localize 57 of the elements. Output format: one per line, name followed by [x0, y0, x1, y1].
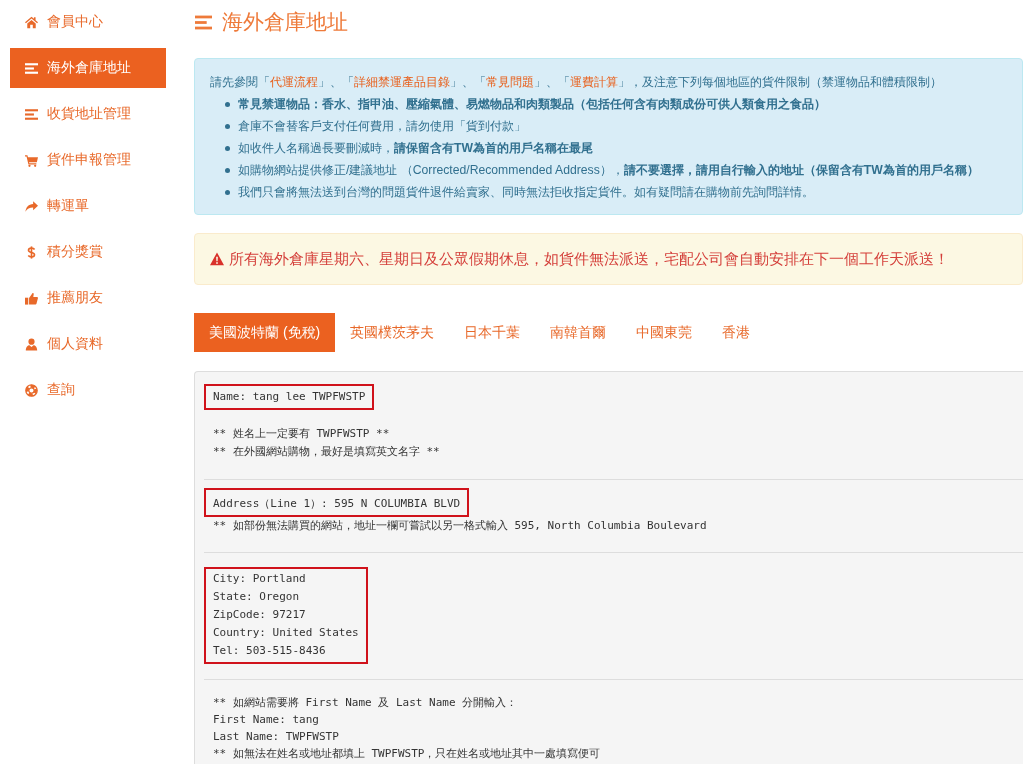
sidebar-item[interactable]: 轉運單: [10, 186, 166, 226]
note-line: ** 如部份無法購買的網站，地址一欄可嘗試以另一格式輸入 595, North Columbia Boulevard: [213, 518, 707, 534]
link[interactable]: 運費計算: [570, 75, 618, 89]
link[interactable]: 代運流程: [270, 75, 318, 89]
bullet-text: 常見禁運物品：香水、指甲油、壓縮氣體、易燃物品和肉類製品（包括任何含有肉類成份可供人類食用之食品）: [238, 96, 826, 113]
bullet-icon: [225, 101, 230, 107]
cart-icon: [25, 153, 38, 167]
code-line: Name: tang lee TWPFWSTP: [213, 389, 366, 405]
intro-text: 請先參閱「代運流程」、「詳細禁運產品目錄」、「常見問題」、「運費計算」，及注意下列每個地區的貨件限制（禁運物品和體積限制）: [210, 74, 943, 91]
note-line: ** 在外國網站購物，最好是填寫英文名字 **: [213, 444, 440, 460]
tab[interactable]: 日本千葉: [449, 313, 536, 352]
tab[interactable]: 南韓首爾: [535, 313, 622, 352]
bullet-icon: [225, 167, 230, 173]
thumbs-up-icon: [25, 291, 38, 305]
bullet-icon: [225, 123, 230, 129]
sidebar-item[interactable]: 海外倉庫地址: [10, 48, 166, 88]
code-line: Address（Line 1）: 595 N COLUMBIA BLVD: [213, 496, 461, 512]
bullet-icon: [225, 189, 230, 195]
link[interactable]: 常見問題: [486, 75, 534, 89]
tab[interactable]: 香港: [707, 313, 766, 352]
sidebar-item[interactable]: 貨件申報管理: [10, 140, 166, 180]
note-line: Last Name: TWPFWSTP: [213, 729, 340, 745]
bullet-text: 如購物網站提供修正/建議地址 （Corrected/Recommended Address），請不要選擇，請用自行輸入的地址（保留含有TW為首的用戶名稱）: [238, 162, 979, 179]
tab[interactable]: 中國東莞: [621, 313, 708, 352]
note-line: First Name: tang: [213, 712, 320, 728]
code-line: State: Oregon: [213, 589, 301, 605]
bullet-text: 倉庫不會替客戶支付任何費用，請勿使用「貨到付款」: [238, 118, 526, 135]
warning-text: 所有海外倉庫星期六、星期日及公眾假期休息，如貨件無法派送，宅配公司會自動安排在下一個工作天派送！: [229, 249, 949, 269]
user-icon: [25, 337, 38, 351]
bars-icon: [25, 107, 38, 121]
code-line: City: Portland: [213, 571, 307, 587]
note-line: ** 姓名上一定要有 TWPFWSTP **: [213, 426, 391, 442]
warning-icon: [210, 252, 224, 266]
dollar-icon: [25, 245, 38, 259]
sidebar-item[interactable]: 查詢: [10, 370, 166, 410]
code-line: ZipCode: 97217: [213, 607, 307, 623]
note-line: ** 如無法在姓名或地址都填上 TWPFWSTP，只在姓名或地址其中一處填寫便可: [213, 746, 601, 762]
link[interactable]: 詳細禁運產品目錄: [354, 75, 450, 89]
note-line: ** 如網站需要將 First Name 及 Last Name 分開輸入：: [213, 695, 519, 711]
bullet-text: 如收件人名稱過長要刪減時，請保留含有TW為首的用戶名稱在最尾: [238, 140, 593, 157]
bars-icon: [25, 61, 38, 75]
sidebar-item[interactable]: 會員中心: [10, 2, 166, 42]
code-line: Country: United States: [213, 625, 359, 641]
tab[interactable]: 美國波特蘭 (免稅): [194, 313, 336, 352]
sidebar-item[interactable]: 積分獎賞: [10, 232, 166, 272]
sidebar-item[interactable]: 收貨地址管理: [10, 94, 166, 134]
sidebar-item[interactable]: 個人資料: [10, 324, 166, 364]
sidebar-item[interactable]: 推薦朋友: [10, 278, 166, 318]
curved-arrow-icon: [25, 199, 38, 213]
bullet-icon: [225, 145, 230, 151]
tab[interactable]: 英國樸茨茅夫: [335, 313, 450, 352]
home-icon: [25, 15, 38, 29]
code-line: Tel: 503-515-8436: [213, 643, 327, 659]
bars-icon: [194, 13, 213, 31]
life-ring-icon: [25, 383, 38, 397]
bullet-text: 我們只會將無法送到台灣的問題貨件退件給賣家、同時無法拒收指定貨件。如有疑問請在購物前先詢問詳情。: [238, 184, 814, 201]
page-title: 海外倉庫地址: [222, 9, 348, 35]
